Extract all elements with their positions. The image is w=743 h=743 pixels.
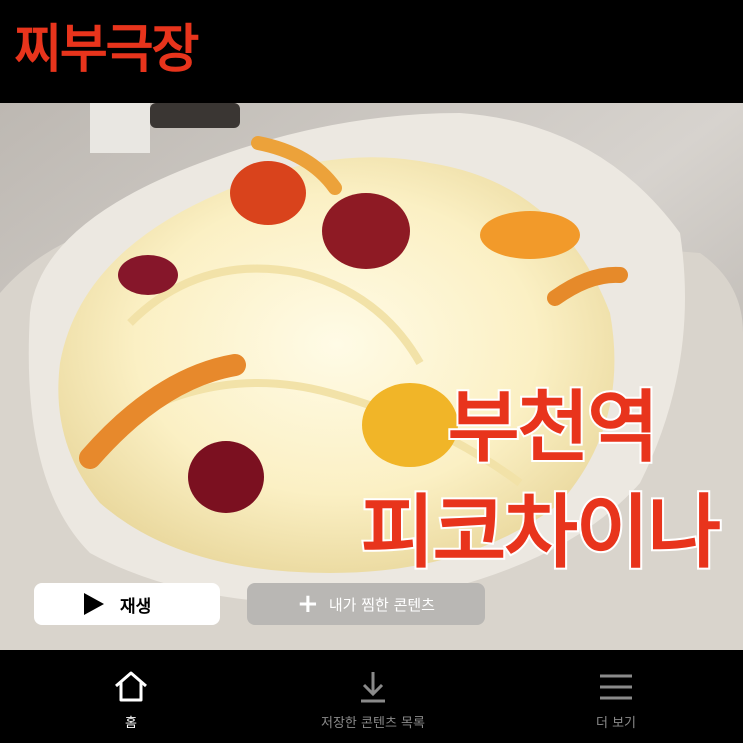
app-header: 찌부극장 [0,0,743,103]
download-icon [361,672,385,703]
home-icon [115,671,147,702]
play-icon [84,593,104,615]
my-list-button-label: 내가 찜한 콘텐츠 [328,595,435,614]
plus-icon: + [297,589,319,619]
play-button[interactable]: 재생 [34,583,220,625]
app-logo[interactable]: 찌부극장 [14,10,199,90]
nav-item-more-label: 더 보기 [595,716,636,731]
bottom-nav: 홈 저장한 콘텐츠 목록 더 보기 [0,650,743,743]
nav-item-downloads-label: 저장한 콘텐츠 목록 [321,716,425,731]
menu-icon [600,674,632,700]
hero-banner[interactable]: 부천역 피코차이나 재생 + 내가 찜한 콘텐츠 [0,103,743,650]
hero-title-line1: 부천역 [446,381,661,475]
nav-item-home-label: 홈 [125,716,137,731]
play-button-label: 재생 [120,596,152,617]
nav-item-more[interactable]: 더 보기 [566,650,666,743]
nav-item-home[interactable]: 홈 [81,650,181,743]
nav-item-downloads[interactable]: 저장한 콘텐츠 목록 [293,650,453,743]
my-list-button[interactable]: + 내가 찜한 콘텐츠 [247,583,485,625]
hero-title-line2: 피코차이나 [359,484,723,581]
